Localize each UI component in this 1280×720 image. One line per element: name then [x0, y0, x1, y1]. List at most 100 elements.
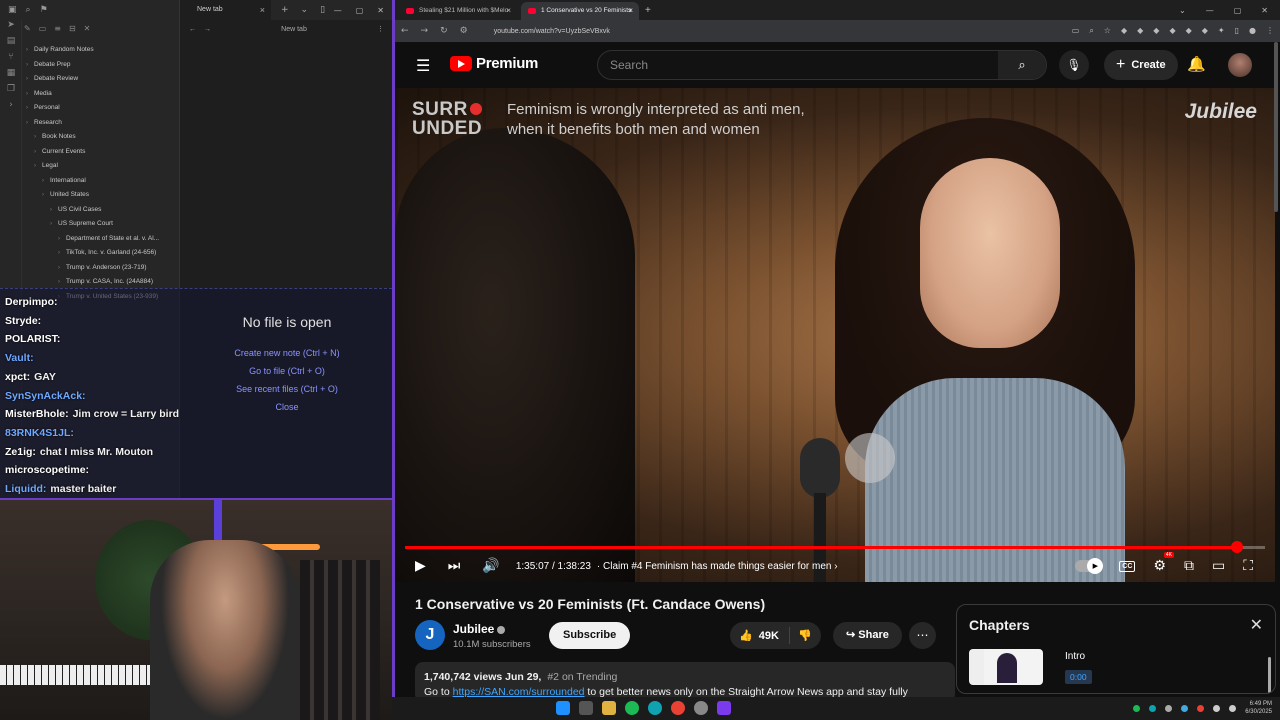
tree-item[interactable]: › Trump v. Anderson (23-719) [26, 261, 180, 276]
extension-icon[interactable]: ◆ [1202, 26, 1208, 36]
create-button[interactable]: + Create [1104, 50, 1178, 80]
clock[interactable]: 6:49 PM 6/30/2025 [1245, 700, 1272, 716]
close-icon[interactable]: × [628, 2, 633, 20]
bookmark-icon[interactable]: ⚑ [40, 5, 48, 15]
tree-item[interactable]: › United States [26, 188, 180, 203]
video-player[interactable]: SURR UNDED Feminism is wrongly interpret… [395, 88, 1275, 582]
cast-icon[interactable]: ▭ [1072, 26, 1080, 36]
minimize-icon[interactable]: — [1206, 2, 1214, 20]
autoplay-toggle[interactable] [1075, 558, 1104, 574]
tree-item[interactable]: › Legal [26, 159, 180, 174]
search-input[interactable] [598, 58, 998, 72]
forward-icon[interactable]: → [204, 26, 211, 33]
send-icon[interactable]: ➤ [0, 20, 22, 36]
settings-icon[interactable] [694, 701, 708, 715]
extension-icon[interactable]: ◆ [1137, 26, 1143, 36]
chapter-item-time[interactable]: 0:00 [1065, 670, 1092, 684]
share-button[interactable]: ↪ Share [833, 622, 902, 649]
chat-username[interactable]: SynSynAckAck: [5, 390, 86, 402]
microphone-icon[interactable]: 🎙 [1059, 50, 1089, 80]
chrome-icon[interactable] [671, 701, 685, 715]
tree-item[interactable]: › Current Events [26, 145, 180, 160]
tree-item[interactable]: › Debate Review [26, 72, 180, 87]
star-icon[interactable]: ☆ [1104, 26, 1111, 36]
tray-app-icon[interactable] [1197, 704, 1205, 712]
extension-icon[interactable]: ◆ [1121, 26, 1127, 36]
new-tab-icon[interactable]: + [645, 2, 651, 20]
tray-app-icon[interactable] [1133, 704, 1141, 712]
profile-icon[interactable]: ● [1249, 26, 1256, 36]
goto-file-link[interactable]: Go to file (Ctrl + O) [181, 362, 393, 380]
close-icon[interactable]: × [260, 0, 265, 20]
progress-bar[interactable] [405, 541, 1265, 553]
back-icon[interactable]: ← [189, 26, 196, 33]
tree-item[interactable]: › Personal [26, 101, 180, 116]
chat-username[interactable]: Liquidd: [5, 483, 46, 495]
like-button[interactable]: 👍 49K [730, 627, 790, 644]
page-scrollbar[interactable] [1272, 42, 1280, 222]
account-avatar[interactable] [1228, 53, 1252, 77]
chat-username[interactable]: 83RNK4S1JL: [5, 427, 74, 439]
tree-item[interactable]: › Daily Random Notes [26, 43, 180, 58]
maximize-icon[interactable]: ▢ [1234, 2, 1242, 20]
file-icon[interactable]: ▤ [0, 36, 22, 52]
site-info-icon[interactable]: ⚙ [460, 26, 468, 36]
close-icon[interactable]: ✕ [84, 24, 91, 33]
create-note-link[interactable]: Create new note (Ctrl + N) [181, 344, 393, 362]
back-icon[interactable]: ← [401, 26, 409, 36]
tree-item[interactable]: › Debate Prep [26, 58, 180, 73]
tree-item[interactable]: › US Supreme Court [26, 217, 180, 232]
theater-mode-icon[interactable]: ▭ [1212, 558, 1225, 574]
chat-username[interactable]: Stryde: [5, 315, 41, 327]
recent-files-link[interactable]: See recent files (Ctrl + O) [181, 380, 393, 398]
tray-app-icon[interactable] [1181, 704, 1189, 712]
wifi-icon[interactable] [1213, 704, 1221, 712]
chat-username[interactable]: microscopetime: [5, 464, 89, 476]
extension-icon[interactable]: ◆ [1153, 26, 1159, 36]
chapter-item[interactable]: Intro 0:00 [969, 649, 1092, 685]
settings-gear-icon[interactable]: ⚙ 4K [1153, 552, 1174, 574]
sort-icon[interactable]: ≡ [54, 24, 61, 33]
tree-item[interactable]: › US Civil Cases [26, 203, 180, 218]
chat-username[interactable]: Derpimpo: [5, 296, 58, 308]
url-field[interactable]: youtube.com/watch?v=UyzbSeVBxvk [478, 28, 1072, 35]
chat-username[interactable]: POLARIST: [5, 333, 60, 345]
trending-tag[interactable]: #2 on Trending [547, 671, 617, 683]
browser-tab[interactable]: Stealing $21 Million with $Melo × [399, 2, 517, 20]
miniplayer-icon[interactable]: ⧉ [1184, 558, 1194, 574]
chat-username[interactable]: xpct: [5, 371, 30, 383]
more-icon[interactable]: ⋮ [377, 25, 384, 33]
tab-search-icon[interactable]: ⌄ [1179, 2, 1186, 20]
terminal-icon[interactable]: › [0, 100, 22, 116]
maximize-icon[interactable]: ▢ [356, 6, 364, 15]
obsidian-icon[interactable] [717, 701, 731, 715]
graph-icon[interactable]: ⑂ [0, 52, 22, 68]
channel-avatar[interactable]: J [415, 620, 445, 650]
copy-icon[interactable]: ❐ [0, 84, 22, 100]
extension-icon[interactable]: ◆ [1186, 26, 1192, 36]
tree-item[interactable]: › Department of State et al. v. Al... [26, 232, 180, 247]
scrollbar-thumb[interactable] [1274, 42, 1278, 212]
search-icon[interactable]: ⌕ [998, 51, 1046, 79]
scrubber-handle[interactable] [1230, 541, 1243, 553]
subtitles-icon[interactable]: CC [1119, 560, 1136, 572]
chevron-down-icon[interactable]: ⌄ [301, 5, 309, 15]
search-icon[interactable]: ⌕ [26, 5, 31, 15]
close-link[interactable]: Close [181, 398, 393, 416]
plus-icon[interactable]: + [281, 5, 289, 15]
obsidian-tab[interactable]: New tab × [181, 0, 271, 20]
grid-icon[interactable]: ▦ [0, 68, 22, 84]
tree-item[interactable]: › International [26, 174, 180, 189]
tree-item[interactable]: › Media [26, 87, 180, 102]
more-actions-icon[interactable]: ⋯ [909, 622, 936, 649]
zoom-icon[interactable]: ⌕ [1089, 26, 1093, 36]
spotify-icon[interactable] [625, 701, 639, 715]
next-icon[interactable]: ⏭ [448, 558, 461, 574]
fullscreen-icon[interactable]: ⛶ [1243, 558, 1253, 574]
folder-icon[interactable]: ▣ [8, 5, 17, 15]
collapse-icon[interactable]: ⊟ [69, 24, 76, 33]
task-view-icon[interactable] [579, 701, 593, 715]
sidebar-icon[interactable]: ▯ [1235, 26, 1239, 36]
minimize-icon[interactable]: — [334, 6, 342, 15]
reload-icon[interactable]: ↻ [440, 26, 448, 36]
